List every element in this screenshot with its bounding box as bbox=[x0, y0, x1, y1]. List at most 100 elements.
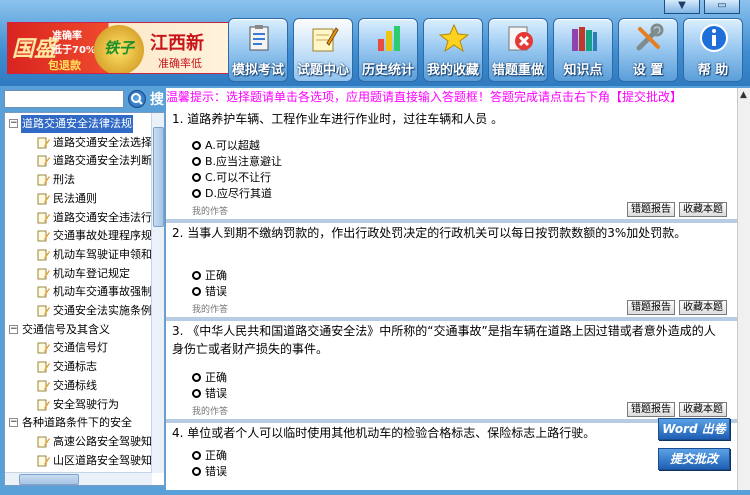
tree-subcategory[interactable]: 机动车驾驶证申领和 bbox=[5, 246, 153, 264]
tree-category[interactable]: − 各种道路条件下的安全 bbox=[5, 414, 153, 432]
answer-option[interactable]: C.可以不让行 bbox=[192, 170, 271, 185]
option-label: 错误 bbox=[205, 285, 227, 298]
radio-button[interactable] bbox=[192, 188, 201, 198]
toolbar-redo-errors-button[interactable]: 错题重做 bbox=[488, 18, 548, 82]
tree-subcategory[interactable]: 交通标志 bbox=[5, 358, 153, 376]
radio-button[interactable] bbox=[192, 172, 201, 182]
tree-subcategory[interactable]: 山区道路安全驾驶知 bbox=[5, 452, 153, 470]
submit-grading-button[interactable]: 提交批改 bbox=[658, 448, 730, 470]
ad-coin-logo: 铁子 bbox=[94, 25, 144, 73]
radio-button[interactable] bbox=[192, 388, 201, 398]
tree-subcategory[interactable]: 道路交通安全违法行 bbox=[5, 209, 153, 227]
document-pencil-icon bbox=[37, 137, 50, 149]
tree-vertical-scrollbar[interactable] bbox=[151, 113, 164, 473]
tree-subcategory[interactable]: 道路交通安全法判断 bbox=[5, 152, 153, 170]
main-scrollbar[interactable]: ▲ bbox=[737, 88, 750, 490]
minimize-button[interactable]: ▼ bbox=[664, 0, 700, 14]
toolbar-help-button[interactable]: 帮 助 bbox=[683, 18, 743, 82]
top-banner: ▼ ▭ 国盛 准确率 低于70% 包退款 铁子 江西新 准确率低 模拟考试 试题… bbox=[0, 0, 750, 86]
radio-button[interactable] bbox=[192, 270, 201, 280]
error-report-button[interactable]: 错题报告 bbox=[627, 300, 675, 315]
answer-option[interactable]: 错误 bbox=[192, 464, 227, 479]
answer-option[interactable]: 正确 bbox=[192, 370, 227, 385]
search-icon bbox=[131, 93, 143, 105]
favorite-question-button[interactable]: 收藏本题 bbox=[679, 202, 727, 217]
search-input[interactable] bbox=[4, 90, 124, 108]
tree-subcategory[interactable]: 安全驾驶行为 bbox=[5, 396, 153, 414]
toolbar-mock-exam-button[interactable]: 模拟考试 bbox=[228, 18, 288, 82]
question-item: 4. 单位或者个人可以临时使用其他机动车的检验合格标志、保险标志上路行驶。 正确… bbox=[166, 424, 737, 490]
toolbar-label: 历史统计 bbox=[361, 63, 414, 78]
tree-subcategory[interactable]: 民法通则 bbox=[5, 190, 153, 208]
info-icon bbox=[700, 24, 728, 52]
option-label: D.应尽行其道 bbox=[205, 187, 272, 200]
favorite-question-button[interactable]: 收藏本题 bbox=[679, 402, 727, 417]
maximize-button[interactable]: ▭ bbox=[704, 0, 740, 14]
question-actions: 错题报告 收藏本题 bbox=[627, 202, 727, 217]
answer-option[interactable]: 正确 bbox=[192, 268, 227, 283]
answer-option[interactable]: B.应当注意避让 bbox=[192, 154, 282, 169]
scroll-up-icon[interactable]: ▲ bbox=[740, 90, 747, 100]
tree-subcategory[interactable]: 刑法 bbox=[5, 171, 153, 189]
answer-option[interactable]: A.可以超越 bbox=[192, 138, 260, 153]
toolbar-history-stats-button[interactable]: 历史统计 bbox=[358, 18, 418, 82]
radio-button[interactable] bbox=[192, 466, 201, 476]
tree-item-label: 民法通则 bbox=[53, 191, 97, 205]
tree-subcategory[interactable]: 交通信号灯 bbox=[5, 339, 153, 357]
ad-text-line2: 低于70% bbox=[52, 45, 96, 56]
answer-option[interactable]: 错误 bbox=[192, 386, 227, 401]
toolbar-favorites-button[interactable]: 我的收藏 bbox=[423, 18, 483, 82]
radio-button[interactable] bbox=[192, 156, 201, 166]
clipboard-icon bbox=[249, 25, 269, 51]
document-pencil-icon bbox=[37, 380, 50, 392]
tree-item-label: 道路交通安全法判断 bbox=[53, 154, 152, 168]
radio-button[interactable] bbox=[192, 286, 201, 296]
toolbar-label: 错题重做 bbox=[491, 63, 544, 78]
option-label: A.可以超越 bbox=[205, 139, 260, 152]
answer-option[interactable]: D.应尽行其道 bbox=[192, 186, 272, 201]
error-report-button[interactable]: 错题报告 bbox=[627, 402, 675, 417]
tree-subcategory[interactable]: 机动车登记规定 bbox=[5, 265, 153, 283]
tree-subcategory[interactable]: 交通安全法实施条例 bbox=[5, 302, 153, 320]
collapse-icon[interactable]: − bbox=[9, 324, 18, 334]
radio-button[interactable] bbox=[192, 140, 201, 150]
radio-button[interactable] bbox=[192, 372, 201, 382]
toolbar-knowledge-button[interactable]: 知识点 bbox=[553, 18, 613, 82]
document-pencil-icon bbox=[37, 455, 50, 467]
error-report-button[interactable]: 错题报告 bbox=[627, 202, 675, 217]
search-button[interactable] bbox=[128, 90, 146, 108]
favorite-question-button[interactable]: 收藏本题 bbox=[679, 300, 727, 315]
option-label: 正确 bbox=[205, 269, 227, 282]
toolbar-settings-button[interactable]: 设 置 bbox=[618, 18, 678, 82]
category-tree[interactable]: − 道路交通安全法律法规 道路交通安全法选择道路交通安全法判断刑法民法通则道路交通安… bbox=[4, 112, 165, 486]
document-pencil-icon bbox=[37, 342, 50, 354]
search-label[interactable]: 搜 bbox=[150, 89, 164, 109]
wrench-icon bbox=[636, 23, 664, 51]
toolbar-label: 知识点 bbox=[563, 63, 603, 78]
option-label: 错误 bbox=[205, 387, 227, 400]
advertisement-banner[interactable]: 国盛 准确率 低于70% 包退款 铁子 江西新 准确率低 bbox=[7, 22, 232, 74]
toolbar-label: 试题中心 bbox=[296, 63, 349, 78]
option-label: 正确 bbox=[205, 449, 227, 462]
collapse-icon[interactable]: − bbox=[9, 119, 18, 128]
search-bar: 搜 bbox=[4, 89, 164, 109]
answer-option[interactable]: 正确 bbox=[192, 448, 227, 463]
ad-text-line1: 准确率 bbox=[52, 31, 82, 42]
word-export-button[interactable]: Word 出卷 bbox=[658, 418, 730, 440]
document-pencil-icon bbox=[37, 361, 50, 373]
tree-subcategory[interactable]: 交通标线 bbox=[5, 377, 153, 395]
tree-subcategory[interactable]: 高速公路安全驾驶知 bbox=[5, 433, 153, 451]
tree-category[interactable]: − 道路交通安全法律法规 bbox=[5, 115, 153, 133]
toolbar-question-center-button[interactable]: 试题中心 bbox=[293, 18, 353, 82]
tree-subcategory[interactable]: 交通事故处理程序规 bbox=[5, 227, 153, 245]
tree-subcategory[interactable]: 道路交通安全法选择 bbox=[5, 134, 153, 152]
radio-button[interactable] bbox=[192, 450, 201, 460]
scroll-thumb[interactable] bbox=[153, 127, 164, 227]
collapse-icon[interactable]: − bbox=[9, 418, 18, 428]
tree-category[interactable]: − 交通信号及其含义 bbox=[5, 321, 153, 339]
scroll-thumb[interactable] bbox=[19, 474, 79, 485]
toolbar-label: 我的收藏 bbox=[426, 63, 479, 78]
tree-horizontal-scrollbar[interactable] bbox=[5, 472, 152, 485]
tree-subcategory[interactable]: 机动车交通事故强制 bbox=[5, 283, 153, 301]
answer-option[interactable]: 错误 bbox=[192, 284, 227, 299]
